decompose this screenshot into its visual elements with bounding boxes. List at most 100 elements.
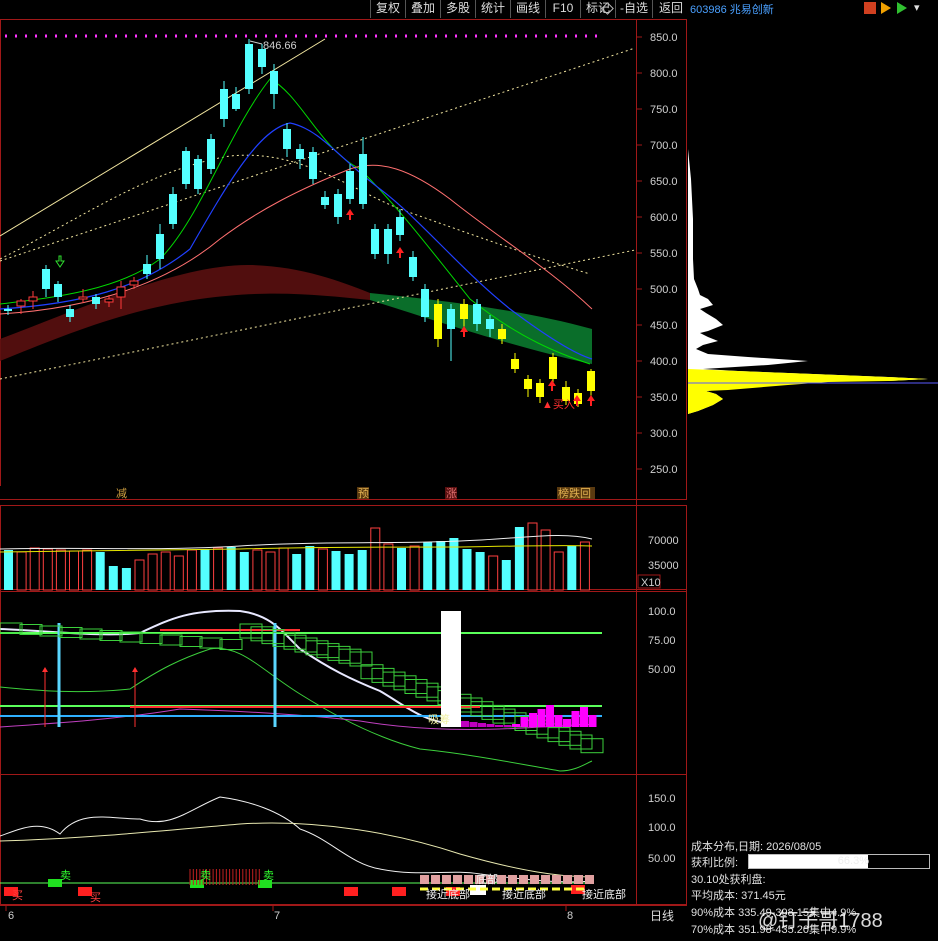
magenta-bar <box>563 719 571 727</box>
indicator1-label: 吸筹 <box>428 712 450 726</box>
candle-body <box>245 44 253 89</box>
volume-bar <box>108 566 118 590</box>
candle-body <box>270 71 278 94</box>
salmon-block <box>453 875 462 884</box>
salmon-block <box>431 875 440 884</box>
volume-bar <box>423 542 433 590</box>
salmon-block <box>420 875 429 884</box>
candle-body <box>396 217 404 235</box>
magenta-bar <box>520 717 529 727</box>
magenta-bar <box>469 722 478 727</box>
play-icon[interactable] <box>881 2 891 14</box>
magenta-bar <box>512 724 520 727</box>
watermark: @钉子哥1788 <box>758 910 883 932</box>
volume-bar <box>160 551 171 591</box>
volume-bar <box>436 541 446 590</box>
stair-box <box>0 622 23 634</box>
draw-line-button[interactable]: 画线 <box>510 0 545 18</box>
red-band <box>0 264 370 361</box>
date-axis-8: 8 <box>567 910 573 922</box>
f10-button[interactable]: F10 <box>545 0 580 18</box>
magenta-bar <box>495 725 503 727</box>
volume-bar <box>147 553 158 591</box>
candle-body <box>421 289 429 317</box>
ind1-axis-100: 100.0 <box>648 606 676 618</box>
period-daily-button[interactable]: 日线 <box>637 906 687 926</box>
indicator1-stairs <box>0 622 604 754</box>
candlesticks <box>4 39 595 407</box>
salmon-block <box>563 875 572 884</box>
volume-bar <box>383 543 394 591</box>
magenta-bar <box>461 721 469 727</box>
candle-body <box>473 304 481 324</box>
candle-body <box>409 257 417 277</box>
volume-bar <box>55 549 66 591</box>
candle-body <box>16 300 26 307</box>
red-signal-block <box>392 887 406 896</box>
candle-body <box>334 194 342 217</box>
candle-body <box>384 229 392 254</box>
candle-body <box>156 234 164 259</box>
volume-bar <box>226 547 236 590</box>
watchlist-remove-button[interactable]: -自选 <box>615 0 652 18</box>
price-axis-label: 450.0 <box>650 320 678 332</box>
volume-bar <box>265 551 276 591</box>
volume-bar <box>397 548 406 590</box>
candle-body <box>54 284 62 297</box>
candle-body <box>346 171 354 199</box>
salmon-block <box>585 875 594 884</box>
kline-chart-area: 846.66 ▲买入 850.0 800.0 750.0 700.0 650.0 600.… <box>0 19 687 922</box>
profit-ratio-bar: 66.3% <box>748 854 930 869</box>
multi-stock-button[interactable]: 多股 <box>440 0 475 18</box>
magenta-bar <box>503 725 512 727</box>
ind2-axis-150: 150.0 <box>648 793 676 805</box>
magenta-bar <box>529 713 537 727</box>
stair-box <box>139 633 163 644</box>
ind1-axis-75: 75.00 <box>648 635 676 647</box>
forward-icon[interactable] <box>897 2 907 14</box>
volume-bar <box>475 552 485 590</box>
near-bottom-label-2: 接近底部 <box>502 887 546 901</box>
stair-box <box>179 636 203 647</box>
back-button[interactable]: 返回 <box>652 0 689 18</box>
near-bottom-label-1: 接近底部 <box>426 887 470 901</box>
volume-bar <box>69 550 79 591</box>
price-axis-label: 800.0 <box>650 68 678 80</box>
candle-body <box>42 269 50 289</box>
volume-bar <box>462 549 472 590</box>
volume-bar <box>553 551 564 591</box>
flag-icon[interactable] <box>864 2 876 14</box>
signal-jian: 减 <box>116 487 127 500</box>
volume-bar <box>121 568 131 590</box>
signal-zhang: 涨 <box>446 487 457 500</box>
ind2-axis-50: 50.00 <box>648 853 676 865</box>
arrow-down-icon[interactable]: ▾ <box>914 2 926 14</box>
stair-box <box>199 637 223 649</box>
candle-body <box>371 229 379 254</box>
near-bottom-label-3: 接近底部 <box>582 887 626 901</box>
red-signal-block <box>344 887 358 896</box>
salmon-block <box>442 875 451 884</box>
green-band <box>370 293 592 364</box>
sell-label-2: 卖 <box>200 869 211 882</box>
price-axis-label: 500.0 <box>650 284 678 296</box>
volume-bar <box>173 555 184 591</box>
chart-toolbar: 复权 叠加 多股 统计 画线 F10 标记 -自选 返回 <box>0 0 688 19</box>
buy-label-2: 买 <box>90 891 101 904</box>
volume-bar <box>357 550 367 590</box>
volume-bar <box>370 527 381 591</box>
stock-title: 603986 兆易创新 <box>690 4 774 16</box>
ma-dotted <box>0 154 591 275</box>
volume-bar <box>501 560 511 590</box>
candle-body <box>182 151 190 184</box>
volume-bar <box>344 554 354 590</box>
fuquan-button[interactable]: 复权 <box>370 0 405 18</box>
signal-bangdie: 榜跌回 <box>558 486 591 500</box>
volume-ma-white <box>0 535 593 550</box>
volume-bar <box>200 549 210 590</box>
overlay-button[interactable]: 叠加 <box>405 0 440 18</box>
salmon-block <box>530 875 539 884</box>
statistics-button[interactable]: 统计 <box>475 0 510 18</box>
volume-bar <box>567 546 577 590</box>
candle-body <box>4 309 12 311</box>
